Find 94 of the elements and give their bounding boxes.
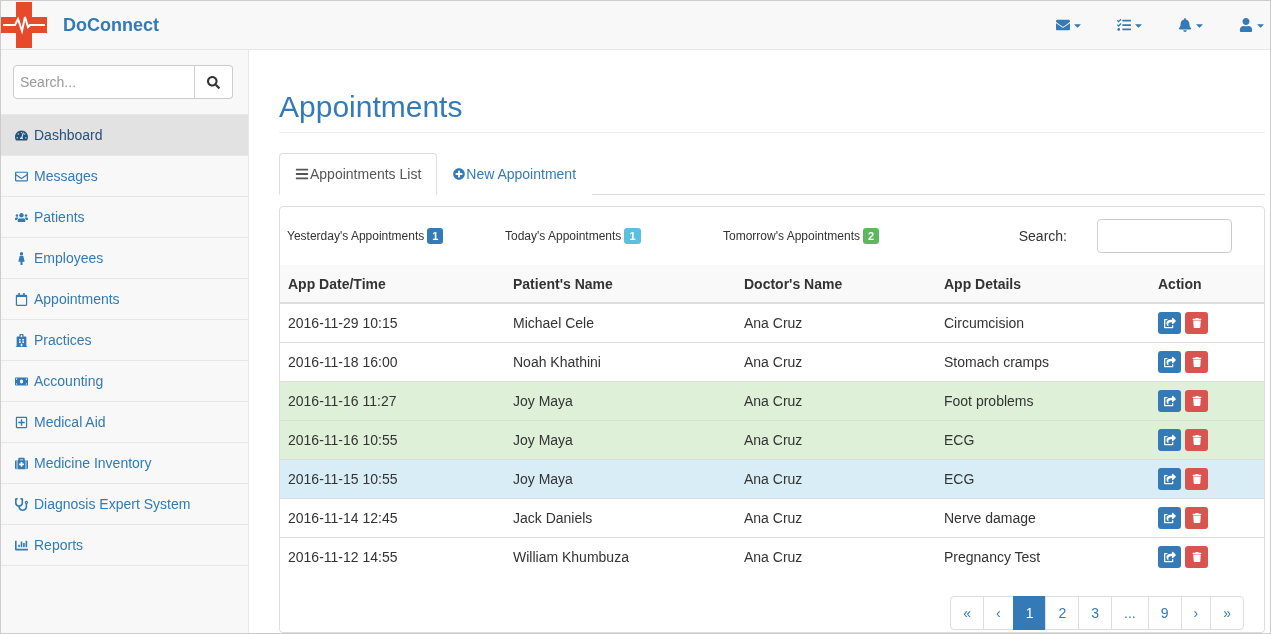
- search-field[interactable]: Search...: [13, 65, 195, 99]
- table-cell: Ana Cruz: [736, 381, 936, 420]
- trash-icon: [1191, 512, 1202, 523]
- delete-button[interactable]: [1185, 428, 1208, 451]
- search-button[interactable]: [195, 65, 233, 99]
- summary-label: Tomorrow's Appointments: [723, 229, 860, 243]
- table-cell: Ana Cruz: [736, 459, 936, 498]
- table-cell: 2016-11-16 10:55: [280, 420, 505, 459]
- table-cell: Stomach cramps: [936, 342, 1150, 381]
- envelope-icon: [1056, 18, 1070, 32]
- table-cell: Circumcision: [936, 303, 1150, 342]
- table-cell: Jack Daniels: [505, 498, 736, 537]
- trash-icon: [1191, 317, 1202, 328]
- tasks-icon: [1117, 18, 1131, 32]
- trash-icon: [1191, 395, 1202, 406]
- page-link[interactable]: 2: [1045, 596, 1080, 630]
- column-header: Patient's Name: [505, 265, 736, 303]
- page-title: Appointments: [279, 90, 1265, 133]
- user-menu[interactable]: [1239, 18, 1266, 32]
- table-cell: Ana Cruz: [736, 498, 936, 537]
- edit-button[interactable]: [1158, 350, 1181, 373]
- table-cell: Ana Cruz: [736, 342, 936, 381]
- search-icon: [207, 75, 220, 89]
- table-cell: Michael Cele: [505, 303, 736, 342]
- edit-button[interactable]: [1158, 428, 1181, 451]
- table-cell: ECG: [936, 420, 1150, 459]
- users-icon: [15, 210, 28, 224]
- table-cell: 2016-11-15 10:55: [280, 459, 505, 498]
- column-header: App Details: [936, 265, 1150, 303]
- table-cell: 2016-11-12 14:55: [280, 537, 505, 576]
- sidebar-item[interactable]: Dashboard: [1, 115, 248, 156]
- bar-chart-icon: [15, 538, 28, 552]
- medkit-icon: [15, 456, 28, 470]
- calendar-icon: [15, 292, 28, 306]
- trash-icon: [1191, 551, 1202, 562]
- page-link[interactable]: 3: [1078, 596, 1113, 630]
- table-cell: ECG: [936, 459, 1150, 498]
- edit-button[interactable]: [1158, 506, 1181, 529]
- table-cell: Pregnancy Test: [936, 537, 1150, 576]
- edit-button[interactable]: [1158, 389, 1181, 412]
- dashboard-icon: [15, 128, 28, 142]
- edit-button[interactable]: [1158, 545, 1181, 568]
- trash-icon: [1191, 356, 1202, 367]
- page-link[interactable]: ‹: [983, 596, 1014, 630]
- delete-button[interactable]: [1185, 467, 1208, 490]
- count-badge: 1: [624, 228, 641, 244]
- delete-button[interactable]: [1185, 545, 1208, 568]
- table-cell: 2016-11-16 11:27: [280, 381, 505, 420]
- stethoscope-icon: [15, 497, 28, 511]
- column-header: Doctor's Name: [736, 265, 936, 303]
- column-header: App Date/Time: [280, 265, 505, 303]
- table-cell: 2016-11-18 16:00: [280, 342, 505, 381]
- table-cell: Foot problems: [936, 381, 1150, 420]
- page-link[interactable]: «: [950, 596, 984, 630]
- page-link[interactable]: ...: [1111, 596, 1149, 630]
- list-icon: [295, 167, 309, 181]
- column-header: Action: [1150, 265, 1264, 303]
- table-cell: 2016-11-14 12:45: [280, 498, 505, 537]
- trash-icon: [1191, 473, 1202, 484]
- alerts-menu[interactable]: [1178, 18, 1205, 32]
- delete-button[interactable]: [1185, 311, 1208, 334]
- tab[interactable]: Appointments List: [279, 153, 438, 195]
- mail-menu[interactable]: [1056, 18, 1083, 32]
- table-cell: Joy Maya: [505, 420, 736, 459]
- page-link[interactable]: »: [1210, 596, 1244, 630]
- table-cell: Joy Maya: [505, 459, 736, 498]
- summary-label: Yesterday's Appointments: [287, 229, 425, 243]
- page-link[interactable]: 1: [1012, 596, 1047, 630]
- bell-icon: [1178, 18, 1192, 32]
- count-badge: 1: [427, 228, 444, 244]
- table-cell: Ana Cruz: [736, 420, 936, 459]
- table-cell: 2016-11-29 10:15: [280, 303, 505, 342]
- delete-button[interactable]: [1185, 506, 1208, 529]
- count-badge: 2: [863, 228, 880, 244]
- table-cell: Ana Cruz: [736, 303, 936, 342]
- brand-name[interactable]: DoConnect: [63, 14, 159, 36]
- trash-icon: [1191, 434, 1202, 445]
- delete-button[interactable]: [1185, 350, 1208, 373]
- building-icon: [15, 333, 28, 347]
- table-cell: Joy Maya: [505, 381, 736, 420]
- tasks-menu[interactable]: [1117, 18, 1144, 32]
- page-link[interactable]: 9: [1147, 596, 1182, 630]
- summary-label: Today's Appointments: [505, 229, 622, 243]
- search-label: Search:: [1018, 228, 1067, 244]
- table-search-field[interactable]: [1097, 219, 1232, 253]
- delete-button[interactable]: [1185, 389, 1208, 412]
- table-cell: Nerve damage: [936, 498, 1150, 537]
- edit-button[interactable]: [1158, 311, 1181, 334]
- table-cell: William Khumbuza: [505, 537, 736, 576]
- table-cell: Ana Cruz: [736, 537, 936, 576]
- envelope-icon: [15, 169, 28, 183]
- user-icon: [1239, 18, 1253, 32]
- edit-button[interactable]: [1158, 467, 1181, 490]
- table-cell: Noah Khathini: [505, 342, 736, 381]
